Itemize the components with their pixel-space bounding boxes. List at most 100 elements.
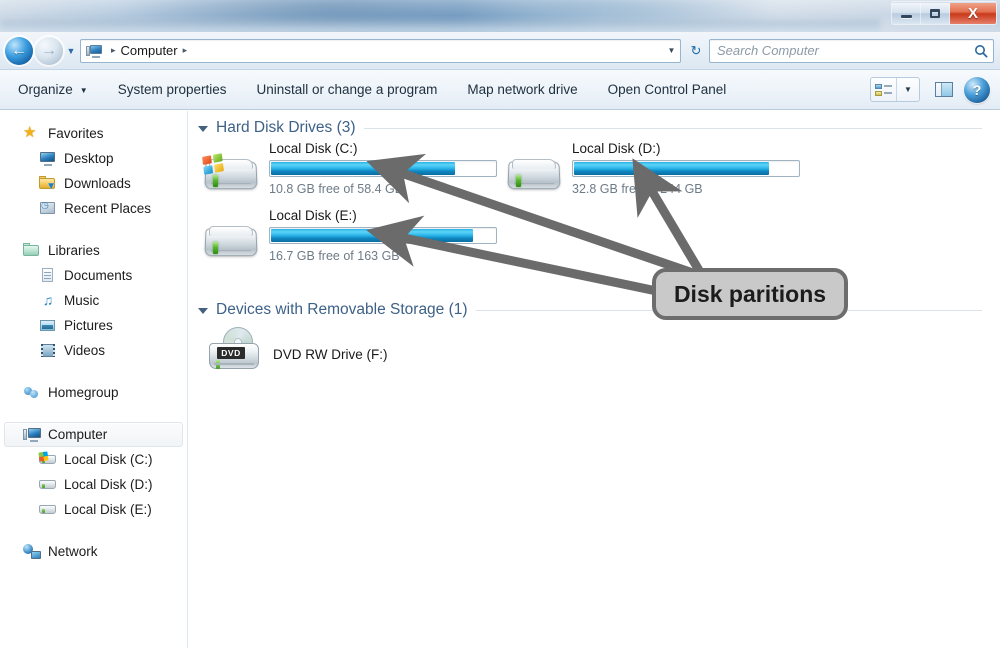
toolbar-button-organize[interactable]: Organize ▼ [6, 76, 100, 103]
preview-pane-icon [935, 82, 953, 97]
computer-icon [23, 426, 41, 443]
recent-locations-button[interactable]: ▼ [63, 37, 79, 65]
sidebar-item-favorites[interactable]: ★ Favorites [4, 121, 183, 146]
navigation-bar: ← → ▼ ▸ Computer ▸ ▼ ↻ [0, 32, 1000, 70]
breadcrumb-separator-2[interactable]: ▸ [183, 45, 188, 56]
view-options-icon[interactable] [871, 78, 897, 101]
sidebar-item-downloads[interactable]: ▼ Downloads [4, 171, 183, 196]
sidebar-item-desktop[interactable]: Desktop [4, 146, 183, 171]
sidebar-item-label: Local Disk (E:) [64, 502, 152, 517]
preview-pane-button[interactable] [930, 77, 958, 103]
sidebar-item-label: Libraries [48, 243, 100, 258]
sidebar-item-label: Network [48, 544, 98, 559]
toolbar-button-uninstall-or-change-a-program[interactable]: Uninstall or change a program [245, 76, 450, 103]
sidebar-item-music[interactable]: ♫ Music [4, 288, 183, 313]
collapse-caret-icon[interactable] [198, 308, 208, 314]
video-icon [39, 342, 57, 359]
maximize-button[interactable] [921, 2, 950, 24]
refresh-button[interactable]: ↻ [683, 39, 709, 63]
sidebar-item-pictures[interactable]: Pictures [4, 313, 183, 338]
sidebar-item-label: Downloads [64, 176, 131, 191]
hard-drive-windows-icon [38, 451, 57, 468]
downloads-folder-icon: ▼ [39, 175, 57, 192]
forward-button[interactable]: → [35, 36, 63, 65]
back-button[interactable]: ← [5, 36, 33, 65]
sidebar-item-local-disk-c[interactable]: Local Disk (C:) [4, 447, 183, 472]
sidebar-item-label: Recent Places [64, 201, 152, 216]
toolbar-button-map-network-drive[interactable]: Map network drive [455, 76, 589, 103]
address-dropdown-button[interactable]: ▼ [663, 40, 680, 62]
breadcrumb-computer[interactable]: Computer [121, 43, 178, 58]
group-header-removable-storage[interactable]: Devices with Removable Storage (1) [189, 301, 982, 319]
chevron-down-icon: ▼ [667, 46, 676, 55]
group-header-hard-disk-drives[interactable]: Hard Disk Drives (3) [189, 119, 982, 137]
group-title: Devices with Removable Storage (1) [216, 301, 468, 318]
sidebar-item-label: Favorites [48, 126, 104, 141]
drive-item-local-disk-d[interactable]: Local Disk (D:) 32.8 GB free of 244 GB [506, 141, 800, 199]
sidebar-item-network[interactable]: Network [4, 539, 183, 564]
chevron-down-icon: ▼ [79, 86, 88, 95]
explorer-window: X ← → ▼ ▸ Computer ▸ ▼ ↻ Search Computer… [0, 0, 1000, 648]
drive-item-dvd-rw-f[interactable]: DVD DVD RW Drive (F:) [207, 327, 388, 375]
hard-drive-icon [203, 220, 259, 266]
collapse-caret-icon[interactable] [198, 126, 208, 132]
sidebar-item-label: Local Disk (C:) [64, 452, 153, 467]
toolbar-label: System properties [117, 82, 227, 97]
close-icon: X [967, 4, 978, 22]
view-dropdown-button[interactable]: ▼ [897, 78, 919, 101]
help-icon: ? [972, 81, 982, 98]
drive-item-local-disk-c[interactable]: Local Disk (C:) 10.8 GB free of 58.4 GB [202, 141, 497, 199]
sidebar-item-label: Homegroup [48, 385, 119, 400]
search-box[interactable] [709, 38, 994, 63]
recent-places-icon: ◷ [39, 200, 57, 217]
maximize-icon [930, 8, 940, 18]
sidebar-item-recent-places[interactable]: ◷ Recent Places [4, 196, 183, 221]
toolbar-label: Organize [18, 82, 73, 97]
sidebar-item-documents[interactable]: Documents [4, 263, 183, 288]
drive-label: DVD RW Drive (F:) [273, 347, 388, 362]
homegroup-icon [23, 384, 41, 401]
drive-free-space-text: 10.8 GB free of 58.4 GB [269, 182, 404, 196]
dvd-drive-icon: DVD [207, 327, 263, 375]
toolbar-right-group: ▼ ? [870, 76, 1000, 103]
search-input[interactable] [710, 40, 969, 61]
help-button[interactable]: ? [964, 76, 990, 103]
sidebar-item-homegroup[interactable]: Homegroup [4, 380, 183, 405]
address-bar[interactable]: ▸ Computer ▸ ▼ [80, 38, 681, 63]
refresh-icon: ↻ [690, 42, 702, 58]
close-button[interactable]: X [950, 2, 996, 24]
hard-drive-icon [39, 476, 57, 493]
minimize-button[interactable] [892, 2, 921, 24]
drive-capacity-bar [269, 160, 497, 177]
sidebar-item-local-disk-d[interactable]: Local Disk (D:) [4, 472, 183, 497]
file-list-pane[interactable]: Hard Disk Drives (3) Local Disk (C:) 10.… [189, 111, 1000, 648]
navigation-pane[interactable]: ★ Favorites Desktop ▼ Downloads ◷ Recent… [0, 111, 188, 648]
sidebar-item-label: Documents [64, 268, 133, 283]
minimize-icon [900, 15, 912, 18]
sidebar-item-local-disk-e[interactable]: Local Disk (E:) [4, 497, 183, 522]
computer-icon [86, 44, 102, 58]
title-bar: X [0, 0, 1000, 32]
drive-label: Local Disk (D:) [572, 141, 661, 156]
group-divider [363, 127, 982, 129]
sidebar-item-label: Pictures [64, 318, 113, 333]
group-divider [475, 309, 982, 311]
sidebar-item-libraries[interactable]: Libraries [4, 238, 183, 263]
desktop-icon [39, 150, 57, 167]
hard-disk-drive-grid: Local Disk (C:) 10.8 GB free of 58.4 GB … [189, 137, 1000, 287]
sidebar-item-label: Computer [48, 427, 108, 442]
removable-storage-grid: DVD DVD RW Drive (F:) [189, 319, 1000, 399]
libraries-folder-icon [23, 242, 41, 259]
search-icon [969, 40, 993, 62]
sidebar-item-computer[interactable]: Computer [4, 422, 183, 447]
drive-item-local-disk-e[interactable]: Local Disk (E:) 16.7 GB free of 163 GB [203, 208, 497, 266]
toolbar-button-open-control-panel[interactable]: Open Control Panel [596, 76, 739, 103]
toolbar-button-system-properties[interactable]: System properties [106, 76, 239, 103]
desktop-blur-c [0, 20, 880, 32]
sidebar-item-videos[interactable]: Videos [4, 338, 183, 363]
drive-info: Local Disk (D:) 32.8 GB free of 244 GB [572, 141, 800, 196]
sidebar-item-label: Music [64, 293, 100, 308]
drive-info: Local Disk (E:) 16.7 GB free of 163 GB [269, 208, 497, 263]
